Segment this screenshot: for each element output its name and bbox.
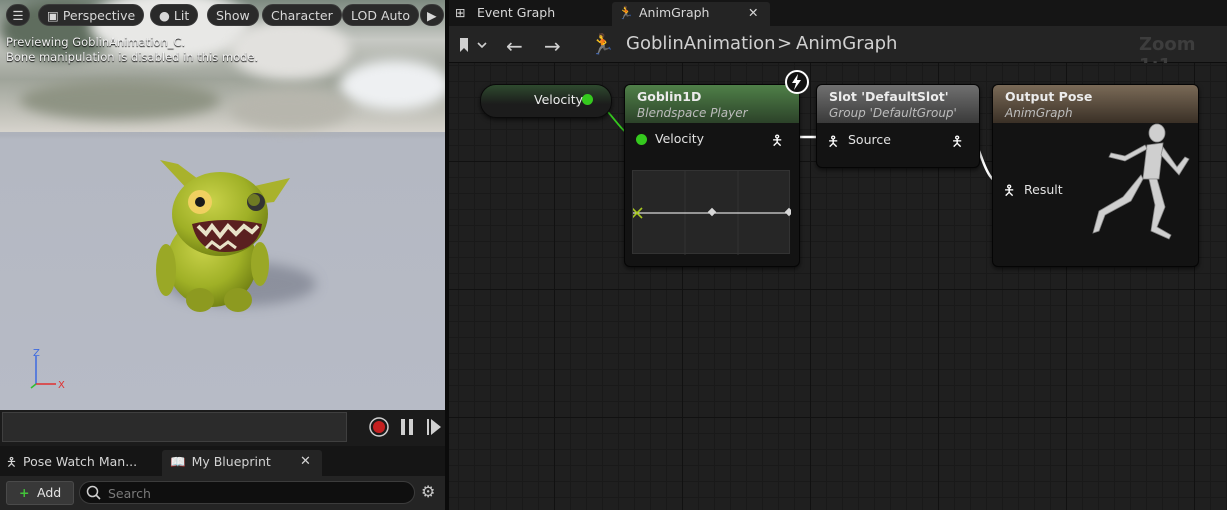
step-forward-button[interactable]: [423, 416, 445, 438]
source-pin-icon[interactable]: 🯅: [827, 131, 839, 155]
record-icon: [369, 417, 389, 437]
lod-button[interactable]: LOD Auto: [342, 4, 419, 26]
running-man-icon: 🏃: [590, 32, 615, 56]
hamburger-icon: ☰: [12, 8, 24, 23]
running-man-icon: 🏃: [618, 5, 634, 20]
step-forward-icon: [427, 419, 441, 435]
search-box[interactable]: [79, 481, 415, 504]
tab-pose-watch-manager[interactable]: 🯅 Pose Watch Man...: [6, 448, 137, 476]
search-input[interactable]: [106, 484, 400, 503]
viewport-message: Previewing GoblinAnimation_C. Bone manip…: [6, 35, 259, 64]
search-icon: [86, 485, 101, 500]
blendspace-node-subtitle: Blendspace Player: [637, 106, 748, 120]
blendspace-node-title: Goblin1D: [637, 89, 702, 104]
character-button[interactable]: Character: [262, 4, 342, 26]
viewport-menu-button[interactable]: ☰: [6, 4, 30, 26]
tab-anim-graph[interactable]: 🏃 AnimGraph ✕: [612, 2, 770, 26]
tab-my-blueprint-label: 📖 My Blueprint: [170, 454, 271, 469]
blendspace-axis-graph: [631, 171, 794, 255]
record-button[interactable]: [368, 416, 390, 438]
cube-icon: ▣: [47, 8, 59, 23]
lightning-icon: [792, 74, 801, 90]
person-icon: 🯅: [6, 454, 18, 469]
breadcrumb-root[interactable]: GoblinAnimation: [626, 33, 776, 54]
plus-icon: +: [19, 485, 30, 500]
result-pin-icon[interactable]: 🯅: [1003, 180, 1015, 204]
pose-output-pin-icon[interactable]: 🯅: [771, 130, 783, 154]
velocity-input-pin[interactable]: [636, 134, 647, 145]
graph-icon: ⊞: [455, 5, 466, 20]
source-pin-label: Source: [848, 132, 891, 147]
result-pin-label: Result: [1024, 182, 1063, 197]
close-tab-icon[interactable]: ✕: [748, 0, 758, 25]
goblin-character: [156, 160, 290, 312]
pause-button[interactable]: [396, 416, 418, 438]
show-button[interactable]: Show: [207, 4, 259, 26]
book-icon: 📖: [170, 454, 186, 469]
play-in-viewport-button[interactable]: ▶: [420, 4, 444, 26]
mannequin-icon: [1092, 123, 1190, 240]
tab-event-graph[interactable]: ⊞ Event Graph: [449, 0, 609, 26]
fast-path-icon: [785, 70, 809, 94]
bookmark-dropdown[interactable]: [458, 36, 490, 57]
velocity-node-label: Velocity: [534, 92, 584, 107]
slot-node-title: Slot 'DefaultSlot': [829, 89, 949, 104]
output-node-subtitle: AnimGraph: [1005, 106, 1073, 120]
axis-z-label: Z: [33, 348, 40, 359]
blendspace-player-node[interactable]: Goblin1D Blendspace Player Velocity 🯅: [624, 84, 800, 267]
lit-button[interactable]: ● Lit: [150, 4, 199, 26]
slot-output-pin-icon[interactable]: 🯅: [951, 131, 963, 155]
perspective-button[interactable]: ▣ Perspective: [38, 4, 145, 26]
output-pose-node[interactable]: Output Pose AnimGraph 🯅 Result: [992, 84, 1199, 267]
bookmark-icon: [460, 38, 487, 52]
slot-node[interactable]: Slot 'DefaultSlot' Group 'DefaultGroup' …: [816, 84, 980, 168]
play-icon: ▶: [427, 8, 437, 23]
breadcrumb-current: AnimGraph: [796, 33, 898, 54]
preview-viewport[interactable]: ☰ ▣ Perspective ● Lit Show Character LOD A…: [0, 0, 445, 410]
settings-gear-icon[interactable]: ⚙: [421, 482, 435, 501]
output-node-title: Output Pose: [1005, 89, 1093, 104]
velocity-output-pin[interactable]: [582, 94, 593, 105]
axis-gizmo: Z X: [30, 348, 65, 391]
add-button[interactable]: + Add: [6, 481, 74, 505]
close-tab-icon[interactable]: ✕: [300, 448, 311, 476]
axis-x-label: X: [58, 380, 65, 391]
sphere-icon: ●: [159, 8, 170, 23]
slot-node-subtitle: Group 'DefaultGroup': [829, 106, 957, 120]
timeline-scrubber[interactable]: [2, 412, 347, 442]
blendspace-preview: [631, 170, 794, 255]
back-arrow-icon[interactable]: ←: [506, 34, 523, 58]
breadcrumb-separator: >: [777, 33, 793, 54]
pause-icon: [401, 419, 413, 435]
forward-arrow-icon[interactable]: →: [544, 34, 561, 58]
velocity-pin-label: Velocity: [655, 131, 705, 146]
